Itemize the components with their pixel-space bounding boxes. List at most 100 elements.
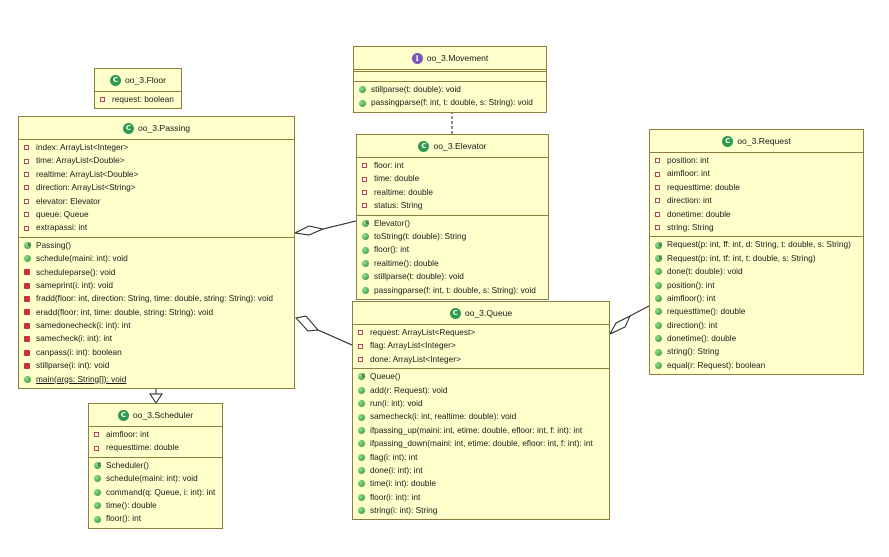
method-row[interactable]: canpass(i: int): boolean [19,346,294,359]
method-text: flag(i: int): int [370,451,418,462]
method-text: string(): String [667,346,720,357]
elevator-title: oo_3.Elevator [433,141,487,151]
method-row[interactable]: schedule(maini: int): void [89,472,222,485]
method-row[interactable]: time(i: int): double [353,477,609,490]
method-row[interactable]: command(q: Queue, i: int): int [89,486,222,499]
private-method-icon [24,309,36,316]
class-elevator[interactable]: Coo_3.Elevator floor: int time: double real… [356,134,549,300]
method-row[interactable]: run(i: int): void [353,397,609,410]
private-field-icon [655,211,667,217]
class-scheduler[interactable]: Coo_3.Scheduler aimfloor: int requesttime:… [88,403,223,529]
method-row[interactable]: scheduleparse(): void [19,266,294,279]
method-row[interactable]: c Queue() [353,370,609,383]
method-row[interactable]: passingparse(f: int, t: double, s: Strin… [357,284,548,297]
method-row[interactable]: floor(i: int): int [353,491,609,504]
field-row[interactable]: elevator: Elevator [19,195,294,208]
method-row[interactable]: c Passing() [19,239,294,252]
method-row[interactable]: equal(r: Request): boolean [650,359,863,372]
constructor-icon: c [655,254,667,262]
queue-fields: request: ArrayList<Request> flag: ArrayLi… [353,325,609,370]
field-row[interactable]: flag: ArrayList<Integer> [353,339,609,352]
field-row[interactable]: time: double [357,172,548,185]
private-field-icon [100,97,112,103]
field-row[interactable]: aimfloor: int [89,428,222,441]
field-row[interactable]: request: boolean [95,93,181,106]
method-row[interactable]: samedonecheck(i: int): int [19,319,294,332]
method-row[interactable]: add(r: Request): void [353,384,609,397]
field-row[interactable]: time: ArrayList<Double> [19,154,294,167]
method-row[interactable]: floor(): int [89,512,222,525]
public-method-icon [94,475,106,483]
method-row[interactable]: passingparse(f: int, t: double, s: Strin… [354,96,546,109]
field-text: elevator: Elevator [36,195,101,206]
field-row[interactable]: realtime: ArrayList<Double> [19,168,294,181]
method-row[interactable]: aimfloor(): int [650,292,863,305]
method-row[interactable]: sameprint(i: int): void [19,279,294,292]
method-row[interactable]: c Scheduler() [89,459,222,472]
movement-methods: stillparse(t: double): void passingparse(… [354,82,546,112]
field-text: index: ArrayList<Integer> [36,142,129,152]
class-queue[interactable]: Coo_3.Queue request: ArrayList<Request> fl… [352,301,610,521]
method-row[interactable]: samecheck(i: int): int [19,332,294,345]
method-row[interactable]: samecheck(i: int, realtime: double): voi… [353,410,609,423]
field-row[interactable]: realtime: double [357,186,548,199]
field-row[interactable]: string: String [650,221,863,234]
field-text: queue: Queue [36,208,89,219]
class-floor[interactable]: Coo_3.Floor request: boolean [94,68,182,110]
method-text: toString(t: double): String [374,230,467,241]
method-row[interactable]: stillparse(t: double): void [354,83,546,96]
class-passing[interactable]: Coo_3.Passing index: ArrayList<Integer> ti… [18,116,295,390]
method-text: direction(): int [667,319,718,330]
field-text: realtime: double [374,186,434,197]
field-row[interactable]: index: ArrayList<Integer> [19,141,294,154]
method-row[interactable]: schedule(maini: int): void [19,252,294,265]
field-row[interactable]: queue: Queue [19,208,294,221]
field-row[interactable]: requesttime: double [650,181,863,194]
field-row[interactable]: request: ArrayList<Request> [353,326,609,339]
method-row[interactable]: realtime(): double [357,257,548,270]
field-row[interactable]: extrapassi: int [19,221,294,234]
method-text: done(i: int): int [370,464,423,475]
method-row[interactable]: c Request(p: int, tf: int, t: double, s: … [650,252,863,265]
field-row[interactable]: requesttime: double [89,441,222,454]
method-row[interactable]: stillparse(t: double): void [357,270,548,283]
method-row[interactable]: done(i: int): int [353,464,609,477]
method-row[interactable]: floor(): int [357,243,548,256]
interface-movement[interactable]: Ioo_3.Movement stillparse(t: double): voi… [353,46,547,113]
public-method-icon [358,413,370,421]
method-row[interactable]: eradd(floor: int, time: double, string: … [19,306,294,319]
field-row[interactable]: floor: int [357,159,548,172]
method-row[interactable]: flag(i: int): int [353,451,609,464]
field-row[interactable]: direction: int [650,194,863,207]
method-row[interactable]: ifpassing_down(maini: int, etime: double… [353,437,609,450]
method-row[interactable]: requesttime(): double [650,305,863,318]
method-row[interactable]: direction(): int [650,319,863,332]
method-row[interactable]: ifpassing_up(maini: int, etime: double, … [353,424,609,437]
method-row[interactable]: main(args: String[]): void [19,373,294,386]
constructor-icon: c [655,241,667,249]
method-row[interactable]: time(): double [89,499,222,512]
private-field-icon [362,176,374,182]
field-row[interactable]: done: ArrayList<Integer> [353,353,609,366]
method-row[interactable]: c Elevator() [357,217,548,230]
method-row[interactable]: donetime(): double [650,332,863,345]
generalization-arrowhead [149,393,163,404]
field-text: floor: int [374,160,404,170]
method-row[interactable]: c Request(p: int, ff: int, d: String, t: … [650,238,863,251]
method-row[interactable]: stillparse(i: int): void [19,359,294,372]
public-method-icon [362,233,374,241]
class-icon: C [117,409,129,421]
field-row[interactable]: direction: ArrayList<String> [19,181,294,194]
public-method-icon [24,255,36,263]
method-row[interactable]: string(i: int): String [353,504,609,517]
method-row[interactable]: string(): String [650,345,863,358]
class-request[interactable]: Coo_3.Request position: int aimfloor: int r… [649,129,864,376]
method-row[interactable]: done(t: double): void [650,265,863,278]
method-row[interactable]: fradd(floor: int, direction: String, tim… [19,292,294,305]
method-row[interactable]: toString(t: double): String [357,230,548,243]
field-row[interactable]: aimfloor: int [650,167,863,180]
field-row[interactable]: position: int [650,154,863,167]
field-row[interactable]: status: String [357,199,548,212]
method-row[interactable]: position(): int [650,279,863,292]
field-row[interactable]: donetime: double [650,208,863,221]
